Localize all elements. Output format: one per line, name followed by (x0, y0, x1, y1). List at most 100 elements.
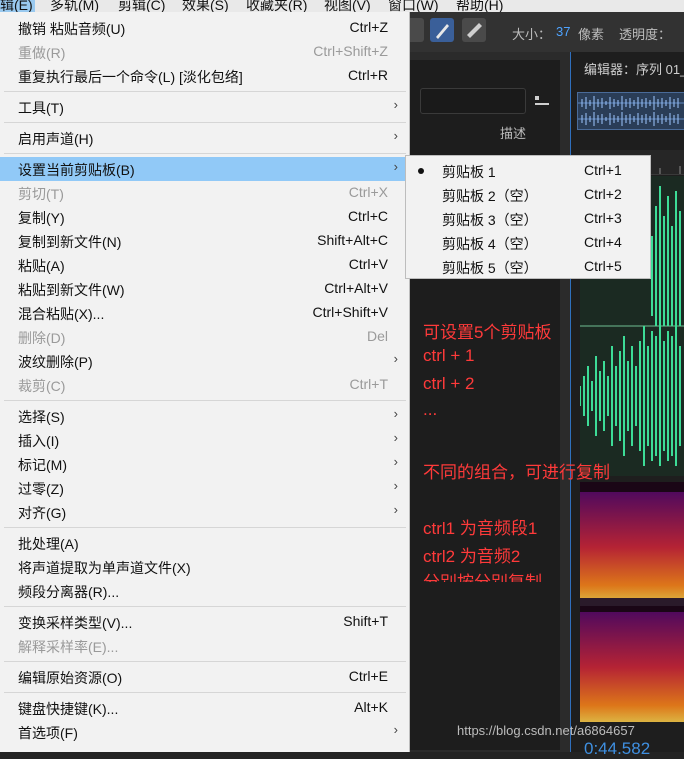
chevron-right-icon: › (393, 454, 398, 469)
annotation-line: ctrl + 2 (423, 374, 475, 393)
description-column-header: 描述 (500, 126, 527, 141)
menu-item-label: 解释采样率(E)... (18, 639, 119, 655)
chevron-right-icon: › (393, 722, 398, 737)
submenu-item-clipboard-4[interactable]: 剪贴板 4（空） Ctrl+4 (406, 230, 650, 254)
search-input[interactable] (420, 88, 526, 114)
annotation-line: 分别按分别复制 (423, 568, 542, 582)
menu-item-cut[interactable]: 剪切(T) Ctrl+X (0, 181, 410, 205)
annotation-line: ctrl + 1 (423, 346, 475, 365)
submenu-item-clipboard-5[interactable]: 剪贴板 5（空） Ctrl+5 (406, 254, 650, 278)
chevron-right-icon: › (393, 159, 398, 174)
menu-multitrack[interactable]: 多轨(M) (50, 0, 99, 12)
menu-separator (4, 91, 406, 92)
menu-item-preferences[interactable]: 首选项(F) › (0, 720, 410, 744)
menu-item-paste[interactable]: 粘贴(A) Ctrl+V (0, 253, 410, 277)
menu-item-label: 剪切(T) (18, 186, 64, 202)
menu-item-shortcut: Ctrl+C (347, 208, 388, 224)
filter-icon[interactable] (533, 94, 551, 110)
menu-item-label: 标记(M) (18, 457, 67, 473)
menu-item-label: 粘贴(A) (18, 258, 65, 274)
submenu-item-shortcut: Ctrl+5 (584, 258, 622, 274)
annotation-line: ... (423, 400, 438, 419)
menu-item-label: 重复执行最后一个命令(L) [淡化包络] (18, 69, 243, 85)
menu-item-batch[interactable]: 批处理(A) (0, 531, 410, 555)
menu-item-label: 编辑原始资源(O) (18, 670, 123, 686)
menu-item-edit-original[interactable]: 编辑原始资源(O) Ctrl+E (0, 665, 410, 689)
timecode-display: 0:44.582 (584, 739, 651, 758)
submenu-item-label: 剪贴板 2（空） (442, 188, 538, 204)
menu-favorites[interactable]: 收藏夹(R) (246, 0, 307, 12)
menu-item-label: 批处理(A) (18, 536, 79, 552)
menu-item-label: 变换采样类型(V)... (18, 615, 133, 631)
menu-effects[interactable]: 效果(S) (182, 0, 229, 12)
spectral-display[interactable] (580, 482, 684, 722)
menu-item-ripple-delete[interactable]: 波纹删除(P) › (0, 349, 410, 373)
menu-item-label: 将声道提取为单声道文件(X) (18, 560, 191, 576)
menu-clip[interactable]: 剪辑(C) (118, 0, 165, 12)
annotation-line: 可设置5个剪贴板 (423, 323, 552, 342)
brush-tool-icon[interactable] (430, 18, 454, 42)
annotation-line: ctrl1 为音频段1 (423, 519, 538, 538)
submenu-item-shortcut: Ctrl+1 (584, 162, 622, 178)
chevron-right-icon: › (393, 502, 398, 517)
submenu-item-clipboard-1[interactable]: 剪贴板 1 Ctrl+1 (406, 158, 650, 182)
opacity-label: 透明度： (619, 27, 672, 42)
menu-item-shortcut: Shift+T (343, 613, 388, 629)
menu-item-shortcut: Ctrl+R (347, 67, 388, 83)
menu-item-set-clipboard[interactable]: 设置当前剪贴板(B) › (0, 157, 410, 181)
menu-item-shortcut: Ctrl+V (348, 256, 388, 272)
menu-separator (4, 153, 406, 154)
healing-tool-icon[interactable] (462, 18, 486, 42)
chevron-right-icon: › (393, 478, 398, 493)
chevron-right-icon: › (393, 406, 398, 421)
menu-item-shortcut: Ctrl+Z (349, 19, 389, 35)
menu-item-label: 插入(I) (18, 433, 60, 449)
menu-item-label: 粘贴到新文件(W) (18, 282, 125, 298)
menu-item-shortcut: Alt+K (354, 699, 388, 715)
menu-item-shortcut: Shift+Alt+C (317, 232, 388, 248)
menu-help[interactable]: 帮助(H) (456, 0, 503, 12)
menu-item-interpret-sample-rate[interactable]: 解释采样率(E)... (0, 634, 410, 658)
menu-edit[interactable]: 辑(E) (0, 0, 35, 12)
size-label: 大小： (512, 27, 552, 42)
menu-item-select[interactable]: 选择(S) › (0, 404, 410, 428)
menu-item-keyboard-shortcuts[interactable]: 键盘快捷键(K)... Alt+K (0, 696, 410, 720)
menu-item-snap[interactable]: 对齐(G) › (0, 500, 410, 524)
menu-item-convert-sample-type[interactable]: 变换采样类型(V)... Shift+T (0, 610, 410, 634)
submenu-item-clipboard-2[interactable]: 剪贴板 2（空） Ctrl+2 (406, 182, 650, 206)
menu-item-copy[interactable]: 复制(Y) Ctrl+C (0, 205, 410, 229)
submenu-item-label: 剪贴板 4（空） (442, 236, 538, 252)
menu-item-insert[interactable]: 插入(I) › (0, 428, 410, 452)
menu-item-label: 启用声道(H) (18, 131, 94, 147)
size-value[interactable]: 37 (556, 24, 570, 39)
menu-item-redo[interactable]: 重做(R) Ctrl+Shift+Z (0, 40, 410, 64)
menu-item-band-splitter[interactable]: 频段分离器(R)... (0, 579, 410, 603)
menu-item-delete[interactable]: 删除(D) Del (0, 325, 410, 349)
menu-item-repeat-last[interactable]: 重复执行最后一个命令(L) [淡化包络] Ctrl+R (0, 64, 410, 88)
menu-item-shortcut: Ctrl+X (348, 184, 388, 200)
menu-item-enable-channels[interactable]: 启用声道(H) › (0, 126, 410, 150)
annotation-line: 不同的组合，可进行复制 (423, 463, 610, 482)
chevron-right-icon: › (393, 97, 398, 112)
watermark: https://blog.csdn.net/a6864657 (457, 723, 635, 738)
edit-menu: 撤销 粘贴音频(U) Ctrl+Z 重做(R) Ctrl+Shift+Z 重复执行最… (0, 12, 410, 752)
menu-item-shortcut: Del (366, 328, 388, 344)
menu-item-shortcut: Ctrl+Shift+Z (313, 43, 388, 59)
menu-separator (4, 527, 406, 528)
menu-item-label: 首选项(F) (18, 725, 78, 741)
menu-window[interactable]: 窗口(W) (388, 0, 439, 12)
menu-item-tools[interactable]: 工具(T) › (0, 95, 410, 119)
menu-view[interactable]: 视图(V) (324, 0, 371, 12)
menu-item-undo[interactable]: 撤销 粘贴音频(U) Ctrl+Z (0, 16, 410, 40)
submenu-item-clipboard-3[interactable]: 剪贴板 3（空） Ctrl+3 (406, 206, 650, 230)
menu-separator (4, 606, 406, 607)
menu-item-marker[interactable]: 标记(M) › (0, 452, 410, 476)
menu-item-crop[interactable]: 裁剪(C) Ctrl+T (0, 373, 410, 397)
menu-item-extract-channels[interactable]: 将声道提取为单声道文件(X) (0, 555, 410, 579)
menu-item-zero-crossing[interactable]: 过零(Z) › (0, 476, 410, 500)
menu-item-paste-to-new[interactable]: 粘贴到新文件(W) Ctrl+Alt+V (0, 277, 410, 301)
overview-waveform[interactable] (577, 92, 684, 130)
menu-item-copy-to-new[interactable]: 复制到新文件(N) Shift+Alt+C (0, 229, 410, 253)
submenu-item-label: 剪贴板 5（空） (442, 260, 538, 276)
menu-item-mix-paste[interactable]: 混合粘贴(X)... Ctrl+Shift+V (0, 301, 410, 325)
